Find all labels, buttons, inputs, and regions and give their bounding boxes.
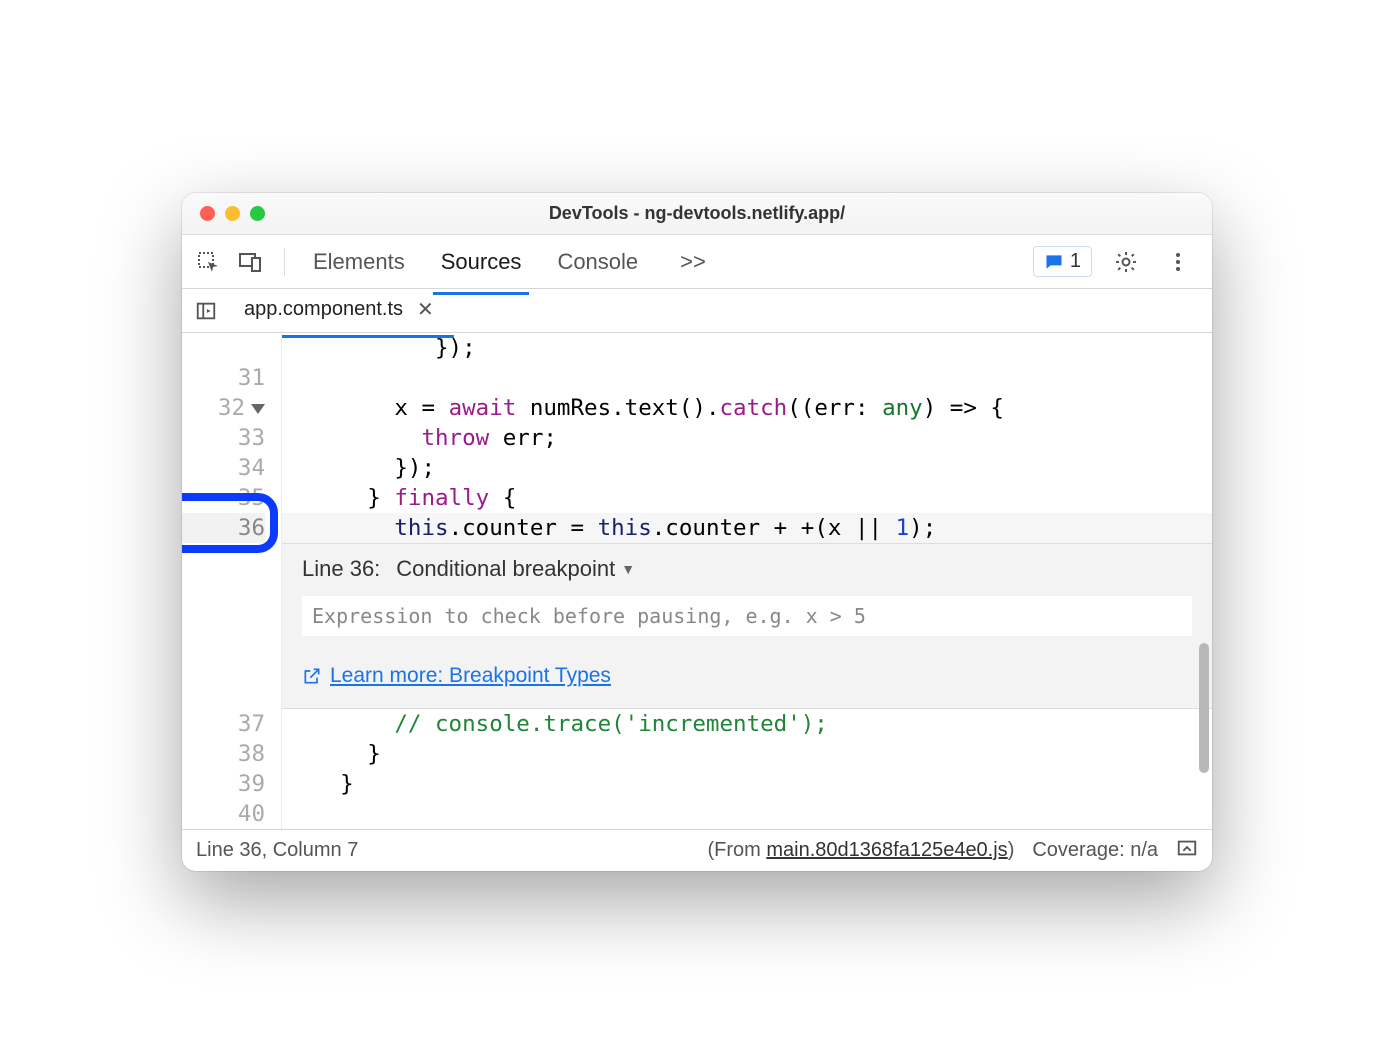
- code-line[interactable]: [282, 363, 1212, 393]
- code-editor[interactable]: 313233343536 }); x = await numRes.text()…: [182, 333, 1212, 543]
- scrollbar-thumb[interactable]: [1199, 643, 1209, 773]
- line-number[interactable]: 40: [182, 799, 265, 829]
- code-line[interactable]: [282, 799, 1212, 829]
- learn-more-text: Learn more: Breakpoint Types: [330, 664, 611, 688]
- devtools-window: DevTools - ng-devtools.netlify.app/ Elem…: [182, 193, 1212, 871]
- line-number[interactable]: 36: [182, 513, 265, 543]
- code-line[interactable]: });: [282, 453, 1212, 483]
- learn-more-link[interactable]: Learn more: Breakpoint Types: [302, 664, 1192, 688]
- line-number[interactable]: 37: [182, 709, 265, 739]
- breakpoint-line-label: Line 36:: [302, 556, 380, 582]
- navigator-toggle-icon[interactable]: [186, 291, 226, 331]
- messages-count: 1: [1070, 250, 1081, 273]
- source-map-file-link[interactable]: main.80d1368fa125e4e0.js: [766, 839, 1007, 861]
- device-toolbar-icon[interactable]: [232, 244, 268, 280]
- toolbar-separator: [284, 248, 285, 276]
- coverage-status: Coverage: n/a: [1032, 839, 1158, 862]
- kebab-menu-icon[interactable]: [1160, 244, 1196, 280]
- titlebar: DevTools - ng-devtools.netlify.app/: [182, 193, 1212, 235]
- line-number[interactable]: [182, 333, 265, 363]
- line-number[interactable]: 31: [182, 363, 265, 393]
- line-number[interactable]: 34: [182, 453, 265, 483]
- code-line[interactable]: throw err;: [282, 423, 1212, 453]
- code-line[interactable]: });: [282, 333, 1212, 363]
- code-line[interactable]: }: [282, 739, 1212, 769]
- code-line[interactable]: // console.trace('incremented');: [282, 709, 1212, 739]
- breakpoint-condition-input[interactable]: [302, 596, 1192, 636]
- more-tabs-button[interactable]: >>: [680, 249, 706, 275]
- file-tabs-bar: app.component.ts ✕: [182, 289, 1212, 333]
- inspect-element-icon[interactable]: [190, 244, 226, 280]
- tab-sources[interactable]: Sources: [437, 239, 526, 285]
- line-number[interactable]: 32: [182, 393, 265, 423]
- close-file-icon[interactable]: ✕: [417, 297, 434, 322]
- messages-badge[interactable]: 1: [1033, 246, 1092, 277]
- drawer-toggle-icon[interactable]: [1176, 837, 1198, 865]
- line-number[interactable]: 33: [182, 423, 265, 453]
- settings-icon[interactable]: [1108, 244, 1144, 280]
- line-number[interactable]: 38: [182, 739, 265, 769]
- tab-console[interactable]: Console: [553, 239, 642, 285]
- file-tab-name: app.component.ts: [244, 298, 403, 321]
- main-toolbar: Elements Sources Console >> 1: [182, 235, 1212, 289]
- code-line[interactable]: this.counter = this.counter + +(x || 1);: [282, 513, 1212, 543]
- code-line[interactable]: } finally {: [282, 483, 1212, 513]
- panel-tabs: Elements Sources Console >>: [309, 239, 706, 285]
- breakpoint-type-label: Conditional breakpoint: [396, 556, 615, 582]
- tab-elements[interactable]: Elements: [309, 239, 409, 285]
- breakpoint-type-dropdown[interactable]: Conditional breakpoint ▼: [396, 556, 635, 582]
- window-title: DevTools - ng-devtools.netlify.app/: [182, 203, 1212, 224]
- line-number[interactable]: 35: [182, 483, 265, 513]
- breakpoint-panel-row: Line 36: Conditional breakpoint ▼ Learn …: [182, 543, 1212, 709]
- conditional-breakpoint-panel: Line 36: Conditional breakpoint ▼ Learn …: [282, 543, 1212, 709]
- status-bar: Line 36, Column 7 (From main.80d1368fa12…: [182, 829, 1212, 871]
- cursor-position: Line 36, Column 7: [196, 839, 358, 862]
- code-line[interactable]: }: [282, 769, 1212, 799]
- line-number[interactable]: 39: [182, 769, 265, 799]
- file-tab[interactable]: app.component.ts ✕: [240, 291, 438, 330]
- source-map-from: (From main.80d1368fa125e4e0.js): [707, 839, 1014, 862]
- code-editor-after[interactable]: 37383940 // console.trace('incremented')…: [182, 709, 1212, 829]
- code-line[interactable]: x = await numRes.text().catch((err: any)…: [282, 393, 1212, 423]
- chevron-down-icon: ▼: [621, 561, 635, 577]
